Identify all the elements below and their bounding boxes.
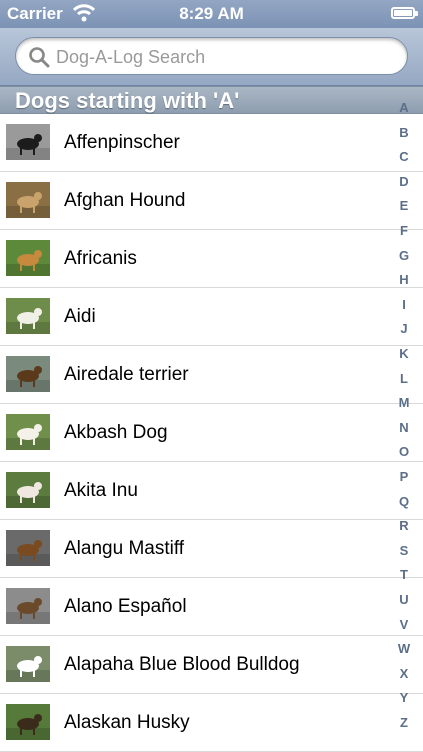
dog-name: Afghan Hound bbox=[64, 190, 186, 211]
alapaha-blue-blood-bulldog-photo bbox=[6, 646, 50, 682]
dog-name: Affenpinscher bbox=[64, 132, 180, 153]
list-item[interactable]: Africanis bbox=[0, 230, 423, 288]
dog-name: Alangu Mastiff bbox=[64, 538, 185, 559]
index-letter-g[interactable]: G bbox=[393, 248, 415, 263]
index-letter-l[interactable]: L bbox=[393, 371, 415, 386]
index-letter-h[interactable]: H bbox=[393, 272, 415, 287]
dog-list: Affenpinscher Afghan Hound Africanis Aidi Ai… bbox=[0, 114, 423, 752]
dog-name: Africanis bbox=[64, 248, 137, 269]
list-item[interactable]: Alano Español bbox=[0, 578, 423, 636]
index-letter-j[interactable]: J bbox=[393, 321, 415, 336]
aidi-photo bbox=[6, 298, 50, 334]
index-letter-m[interactable]: M bbox=[393, 395, 415, 410]
index-letter-p[interactable]: P bbox=[393, 469, 415, 484]
dog-name: Alaskan Husky bbox=[64, 712, 190, 733]
index-letter-x[interactable]: X bbox=[393, 666, 415, 681]
index-letter-z[interactable]: Z bbox=[393, 715, 415, 730]
index-letter-c[interactable]: C bbox=[393, 149, 415, 164]
akita-inu-photo bbox=[6, 472, 50, 508]
index-letter-f[interactable]: F bbox=[393, 223, 415, 238]
dog-name: Airedale terrier bbox=[64, 364, 189, 385]
search-bar bbox=[0, 28, 423, 86]
list-item[interactable]: Aidi bbox=[0, 288, 423, 346]
index-letter-v[interactable]: V bbox=[393, 617, 415, 632]
section-header: Dogs starting with 'A' bbox=[0, 86, 423, 114]
index-letter-y[interactable]: Y bbox=[393, 690, 415, 705]
index-letter-a[interactable]: A bbox=[393, 100, 415, 115]
dog-name: Aidi bbox=[64, 306, 96, 327]
index-letter-t[interactable]: T bbox=[393, 567, 415, 582]
airedale-terrier-photo bbox=[6, 356, 50, 392]
index-letter-i[interactable]: I bbox=[393, 297, 415, 312]
index-letter-e[interactable]: E bbox=[393, 198, 415, 213]
index-letter-q[interactable]: Q bbox=[393, 494, 415, 509]
list-item[interactable]: Akbash Dog bbox=[0, 404, 423, 462]
status-bar: Carrier 8:29 AM bbox=[0, 0, 423, 28]
search-field[interactable] bbox=[15, 37, 408, 76]
section-title: Dogs starting with 'A' bbox=[15, 88, 240, 113]
index-letter-b[interactable]: B bbox=[393, 125, 415, 140]
index-letter-o[interactable]: O bbox=[393, 444, 415, 459]
battery-icon bbox=[391, 7, 418, 19]
alangu-mastiff-photo bbox=[6, 530, 50, 566]
list-item[interactable]: Affenpinscher bbox=[0, 114, 423, 172]
list-item[interactable]: Airedale terrier bbox=[0, 346, 423, 404]
alaskan-husky-photo bbox=[6, 704, 50, 740]
index-letter-s[interactable]: S bbox=[393, 543, 415, 558]
index-letter-n[interactable]: N bbox=[393, 420, 415, 435]
dog-name: Alapaha Blue Blood Bulldog bbox=[64, 654, 300, 675]
affenpinscher-photo bbox=[6, 124, 50, 160]
index-letter-w[interactable]: W bbox=[393, 641, 415, 656]
akbash-dog-photo bbox=[6, 414, 50, 450]
index-letter-k[interactable]: K bbox=[393, 346, 415, 361]
index-letter-u[interactable]: U bbox=[393, 592, 415, 607]
afghan-hound-photo bbox=[6, 182, 50, 218]
search-icon bbox=[29, 47, 50, 68]
index-letter-d[interactable]: D bbox=[393, 174, 415, 189]
index-letter-r[interactable]: R bbox=[393, 518, 415, 533]
list-item[interactable]: Alangu Mastiff bbox=[0, 520, 423, 578]
list-item[interactable]: Alaskan Husky bbox=[0, 694, 423, 752]
dog-name: Akita Inu bbox=[64, 480, 138, 501]
dog-name: Akbash Dog bbox=[64, 422, 168, 443]
list-item[interactable]: Akita Inu bbox=[0, 462, 423, 520]
dog-name: Alano Español bbox=[64, 596, 187, 617]
list-item[interactable]: Alapaha Blue Blood Bulldog bbox=[0, 636, 423, 694]
list-item[interactable]: Afghan Hound bbox=[0, 172, 423, 230]
africanis-photo bbox=[6, 240, 50, 276]
alano-espanol-photo bbox=[6, 588, 50, 624]
clock: 8:29 AM bbox=[179, 4, 244, 23]
search-input[interactable] bbox=[54, 38, 398, 76]
